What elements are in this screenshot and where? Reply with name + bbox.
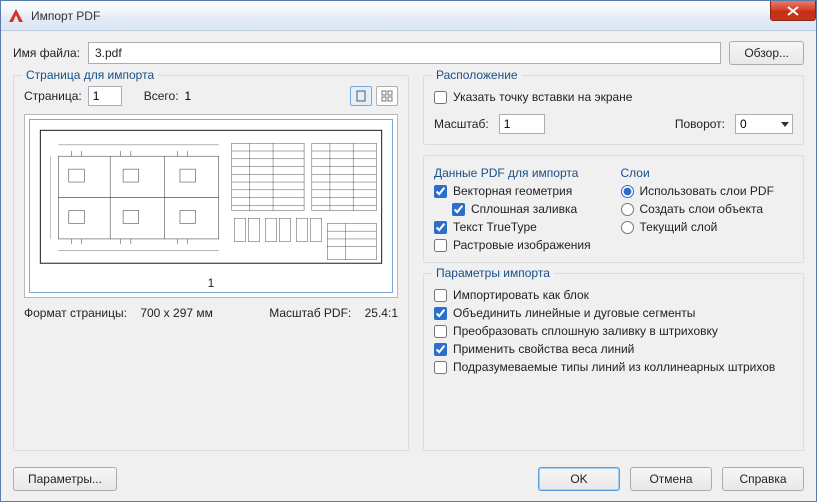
data-layers-group: Данные PDF для импорта Векторная геометр…: [423, 155, 804, 263]
import-params-title: Параметры импорта: [432, 266, 554, 280]
vector-geometry-checkbox[interactable]: [434, 185, 447, 198]
pdf-scale: Масштаб PDF: 25.4:1: [269, 306, 398, 320]
truetype-text-label: Текст TrueType: [453, 220, 537, 234]
use-pdf-layers-label: Использовать слои PDF: [640, 184, 774, 198]
page-preview-inner: 1: [29, 119, 393, 293]
columns: Страница для импорта Страница: Всего: 1: [13, 75, 804, 461]
implied-linetypes-checkbox[interactable]: [434, 361, 447, 374]
page-import-group: Страница для импорта Страница: Всего: 1: [13, 75, 409, 451]
import-as-block-checkbox[interactable]: [434, 289, 447, 302]
grid-icon: [381, 90, 393, 102]
layers-title: Слои: [621, 166, 794, 180]
total-label: Всего:: [144, 89, 179, 103]
titlebar: Импорт PDF: [1, 1, 816, 31]
preview-page-number: 1: [30, 274, 392, 292]
solid-fill-label: Сплошная заливка: [471, 202, 577, 216]
truetype-text-checkbox[interactable]: [434, 221, 447, 234]
solid-to-hatch-label: Преобразовать сплошную заливку в штрихов…: [453, 324, 718, 338]
bottom-bar: Параметры... OK Отмена Справка: [13, 461, 804, 491]
import-as-block-label: Импортировать как блок: [453, 288, 589, 302]
ok-button[interactable]: OK: [538, 467, 620, 491]
solid-to-hatch-checkbox[interactable]: [434, 325, 447, 338]
import-params-group: Параметры импорта Импортировать как блок…: [423, 273, 804, 451]
location-title: Расположение: [432, 68, 522, 82]
close-button[interactable]: [770, 1, 816, 21]
current-layer-label: Текущий слой: [640, 220, 718, 234]
raster-images-label: Растровые изображения: [453, 238, 591, 252]
specify-insertion-point-row: Указать точку вставки на экране: [434, 90, 793, 104]
page-format: Формат страницы: 700 x 297 мм: [24, 306, 213, 320]
close-icon: [787, 6, 799, 16]
window-title: Импорт PDF: [31, 9, 100, 23]
view-mode-buttons: [350, 86, 398, 106]
create-object-layers-radio[interactable]: [621, 203, 634, 216]
apply-lineweight-checkbox[interactable]: [434, 343, 447, 356]
view-single-button[interactable]: [350, 86, 372, 106]
page-preview[interactable]: 1: [24, 114, 398, 298]
vector-geometry-label: Векторная геометрия: [453, 184, 572, 198]
pdf-data-subgroup: Данные PDF для импорта Векторная геометр…: [434, 166, 607, 256]
app-logo-icon: [7, 7, 25, 25]
page-number-input[interactable]: [88, 86, 122, 106]
view-grid-button[interactable]: [376, 86, 398, 106]
create-object-layers-label: Создать слои объекта: [640, 202, 764, 216]
drawing-thumbnail-icon: [30, 120, 392, 274]
dialog-import-pdf: Импорт PDF Имя файла: Обзор... Страница …: [0, 0, 817, 502]
specify-insertion-point-label: Указать точку вставки на экране: [453, 90, 632, 104]
solid-fill-checkbox[interactable]: [452, 203, 465, 216]
page-import-title: Страница для импорта: [22, 68, 158, 82]
rotate-input[interactable]: [735, 114, 793, 134]
page-label: Страница:: [24, 89, 82, 103]
cancel-button[interactable]: Отмена: [630, 467, 712, 491]
current-layer-radio[interactable]: [621, 221, 634, 234]
scale-label: Масштаб:: [434, 117, 489, 131]
scale-input[interactable]: [499, 114, 545, 134]
filename-input[interactable]: [88, 42, 721, 64]
file-row: Имя файла: Обзор...: [13, 41, 804, 65]
pdf-data-title: Данные PDF для импорта: [434, 166, 607, 180]
apply-lineweight-label: Применить свойства веса линий: [453, 342, 634, 356]
page-select-row: Страница: Всего: 1: [24, 86, 398, 106]
specify-insertion-point-checkbox[interactable]: [434, 91, 447, 104]
filename-label: Имя файла:: [13, 46, 80, 60]
rotate-label: Поворот:: [675, 117, 725, 131]
scale-rotate-row: Масштаб: Поворот:: [434, 114, 793, 134]
data-layers-twocol: Данные PDF для импорта Векторная геометр…: [434, 166, 793, 256]
join-segments-checkbox[interactable]: [434, 307, 447, 320]
left-column: Страница для импорта Страница: Всего: 1: [13, 75, 409, 461]
help-button[interactable]: Справка: [722, 467, 804, 491]
page-footer-info: Формат страницы: 700 x 297 мм Масштаб PD…: [24, 306, 398, 320]
layers-subgroup: Слои Использовать слои PDF Создать слои …: [621, 166, 794, 256]
use-pdf-layers-radio[interactable]: [621, 185, 634, 198]
browse-button[interactable]: Обзор...: [729, 41, 804, 65]
right-column: Расположение Указать точку вставки на эк…: [423, 75, 804, 461]
single-page-icon: [355, 90, 367, 102]
join-segments-label: Объединить линейные и дуговые сегменты: [453, 306, 695, 320]
total-value: 1: [185, 89, 192, 103]
parameters-button[interactable]: Параметры...: [13, 467, 117, 491]
dialog-body: Имя файла: Обзор... Страница для импорта…: [1, 31, 816, 501]
implied-linetypes-label: Подразумеваемые типы линий из коллинеарн…: [453, 360, 775, 374]
raster-images-checkbox[interactable]: [434, 239, 447, 252]
location-group: Расположение Указать точку вставки на эк…: [423, 75, 804, 145]
